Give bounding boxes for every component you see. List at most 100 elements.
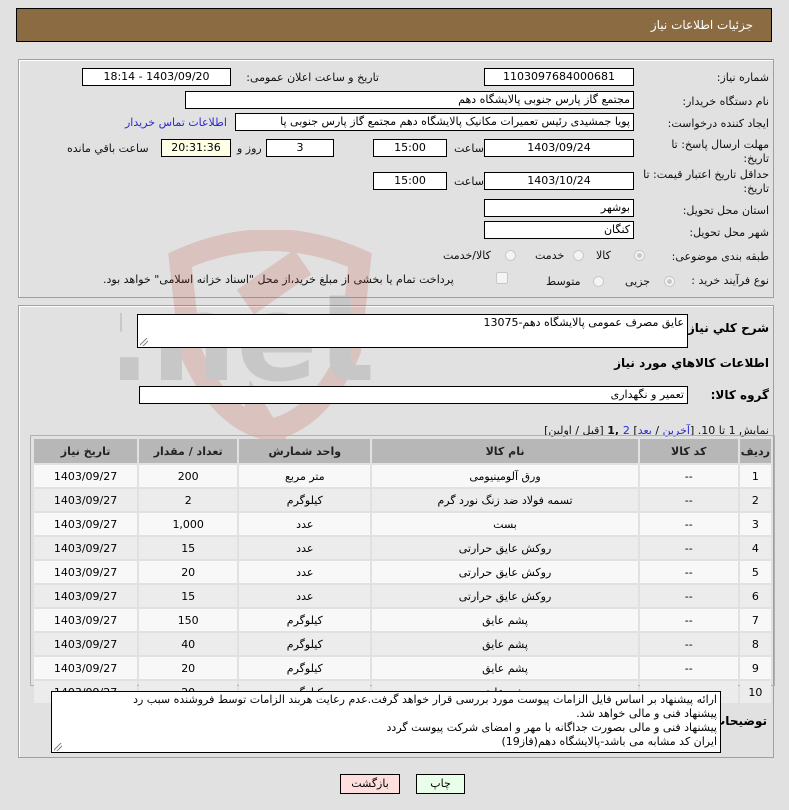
cell-unit: عدد [239,513,371,535]
announce-datetime-field: 1403/09/20 - 18:14 [82,68,231,86]
cell-goods-name: روکش عایق حرارتی [372,561,638,583]
category-radio-goods[interactable] [634,250,645,261]
reply-deadline-date-field: 1403/09/24 [484,139,634,157]
resize-grip-icon[interactable] [140,338,148,346]
reply-deadline-time-field: 15:00 [373,139,447,157]
page-header: جزئیات اطلاعات نیاز [16,8,772,42]
cell-quantity: 15 [139,585,238,607]
province-label: استان محل تحویل: [682,204,769,217]
cell-goods-name: پشم عایق [372,633,638,655]
cell-row-number: 3 [739,513,771,535]
category-label: طبقه بندی موضوعی: [671,250,769,263]
city-label: شهر محل تحویل: [689,226,769,239]
buyer-notes-line: پیشنهاد فنی و مالی خواهد شد. [576,707,717,720]
cell-unit: کیلوگرم [239,633,371,655]
cell-need-date: 1403/09/27 [34,585,138,607]
cell-quantity: 20 [139,561,238,583]
cell-row-number: 8 [739,633,771,655]
table-header-row: ردیف کد کالا نام کالا واحد شمارش تعداد /… [34,439,771,463]
goods-group-field: تعمیر و نگهداری [139,386,688,404]
category-option-goods-service: کالا/خدمت [443,249,491,262]
treasury-checkbox[interactable] [496,272,508,284]
buyer-notes-line: ایران کد مشابه می باشد-پالایشگاه دهم(فاز… [501,735,717,748]
price-validity-label-2: تاریخ: [743,182,769,195]
cell-goods-code: -- [639,537,738,559]
table-row: 5 -- روکش عایق حرارتی عدد 20 1403/09/27 [34,561,771,583]
process-radio-medium[interactable] [593,276,604,287]
col-header-need-date: تاریخ نیاز [34,439,138,463]
cell-quantity: 20 [139,657,238,679]
days-label: روز و [237,142,262,155]
cell-row-number: 5 [739,561,771,583]
category-radio-goods-service[interactable] [505,250,516,261]
resize-grip-icon[interactable] [54,743,62,751]
cell-goods-code: -- [639,633,738,655]
buyer-notes-textarea[interactable]: ارائه پیشنهاد بر اساس فایل الزامات پیوست… [51,691,721,753]
table-row: 9 -- پشم عایق کیلوگرم 20 1403/09/27 [34,657,771,679]
cell-need-date: 1403/09/27 [34,561,138,583]
back-button[interactable]: بازگشت [340,774,400,794]
price-time-label: ساعت [454,175,484,188]
cell-row-number: 4 [739,537,771,559]
need-number-label: شماره نیاز: [716,71,769,84]
time-remaining-field: 20:31:36 [161,139,231,157]
cell-row-number: 7 [739,609,771,631]
cell-need-date: 1403/09/27 [34,537,138,559]
summary-label: شرح کلي نیاز: [683,321,769,335]
page-title: جزئیات اطلاعات نیاز [650,18,753,32]
summary-textarea[interactable]: عایق مصرف عمومی پالایشگاه دهم-13075 [137,314,688,348]
cell-need-date: 1403/09/27 [34,633,138,655]
cell-quantity: 1,000 [139,513,238,535]
table-row: 1 -- ورق آلومینیومی متر مربع 200 1403/09/27 [34,465,771,487]
cell-quantity: 200 [139,465,238,487]
cell-unit: کیلوگرم [239,609,371,631]
price-validity-time-field: 15:00 [373,172,447,190]
cell-goods-code: -- [639,609,738,631]
cell-unit: عدد [239,537,371,559]
treasury-note: پرداخت تمام یا بخشی از مبلغ خرید،از محل … [103,273,454,286]
buyer-notes-line: پیشنهاد فنی و مالی بصورت جداگانه با مهر … [386,721,717,734]
cell-need-date: 1403/09/27 [34,609,138,631]
table-row: 4 -- روکش عایق حرارتی عدد 15 1403/09/27 [34,537,771,559]
cell-goods-code: -- [639,657,738,679]
cell-goods-name: ورق آلومینیومی [372,465,638,487]
cell-quantity: 150 [139,609,238,631]
cell-goods-code: -- [639,465,738,487]
cell-unit: کیلوگرم [239,657,371,679]
cell-goods-code: -- [639,585,738,607]
col-header-quantity: تعداد / مقدار [139,439,238,463]
cell-row-number: 2 [739,489,771,511]
cell-need-date: 1403/09/27 [34,489,138,511]
city-field: کنگان [484,221,634,239]
buyer-contact-link[interactable]: اطلاعات تماس خریدار [125,116,227,129]
category-radio-service[interactable] [573,250,584,261]
time-remaining-label: ساعت باقي مانده [67,142,149,155]
summary-value: عایق مصرف عمومی پالایشگاه دهم-13075 [483,316,684,329]
buyer-org-field: مجتمع گاز پارس جنوبی پالایشگاه دهم [185,91,634,109]
requester-label: ایجاد کننده درخواست: [667,117,769,130]
cell-goods-name: پشم عایق [372,657,638,679]
cell-row-number: 6 [739,585,771,607]
print-button[interactable]: چاپ [416,774,465,794]
table-row: 2 -- تسمه فولاد ضد زنگ نورد گرم کیلوگرم 2 140… [34,489,771,511]
cell-goods-code: -- [639,561,738,583]
cell-row-number: 1 [739,465,771,487]
cell-need-date: 1403/09/27 [34,465,138,487]
cell-goods-code: -- [639,489,738,511]
category-option-goods: کالا [596,249,611,262]
table-row: 3 -- بست عدد 1,000 1403/09/27 [34,513,771,535]
price-validity-label: حداقل تاریخ اعتبار قیمت: تا [643,168,769,181]
reply-time-label: ساعت [454,142,484,155]
process-option-partial: جزیی [625,275,651,288]
buyer-org-label: نام دستگاه خریدار: [682,95,769,108]
cell-unit: عدد [239,561,371,583]
goods-table: ردیف کد کالا نام کالا واحد شمارش تعداد /… [32,437,773,705]
cell-goods-name: روکش عایق حرارتی [372,537,638,559]
province-field: بوشهر [484,199,634,217]
table-row: 7 -- پشم عایق کیلوگرم 150 1403/09/27 [34,609,771,631]
cell-need-date: 1403/09/27 [34,657,138,679]
need-number-field: 1103097684000681 [484,68,634,86]
cell-goods-name: تسمه فولاد ضد زنگ نورد گرم [372,489,638,511]
table-row: 8 -- پشم عایق کیلوگرم 40 1403/09/27 [34,633,771,655]
process-radio-partial[interactable] [664,276,675,287]
